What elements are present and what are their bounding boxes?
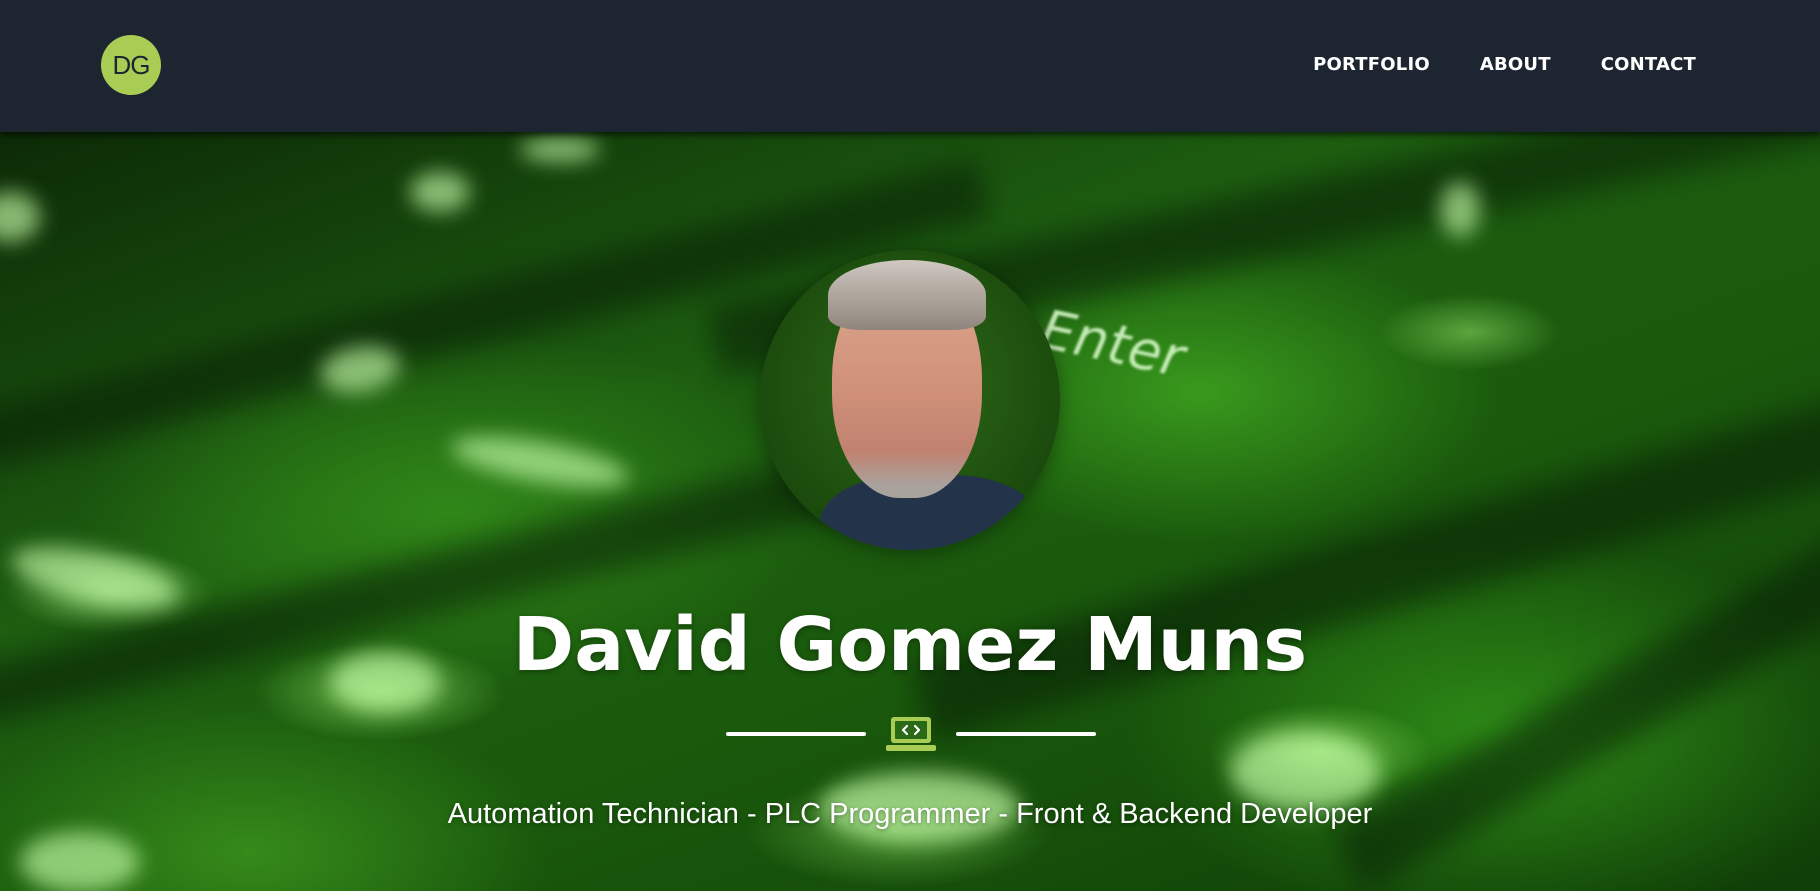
divider-line-right [956,732,1096,736]
laptop-code-icon [885,714,937,754]
key-highlight [520,137,600,162]
key-highlight [1440,182,1480,237]
key-highlight [0,192,40,242]
hero-subtitle: Automation Technician - PLC Programmer -… [447,798,1373,830]
nav-links: PORTFOLIO ABOUT CONTACT [1313,50,1696,80]
key-highlight [20,832,140,891]
hero-section: Enter David Gomez Muns Automation Techni… [0,132,1820,891]
logo-badge[interactable]: DG [101,35,161,95]
avatar-hair [828,260,986,330]
divider-line-left [726,732,866,736]
nav-link-about[interactable]: ABOUT [1480,50,1551,80]
nav-link-portfolio[interactable]: PORTFOLIO [1313,50,1430,80]
star-divider [726,714,1096,754]
key-highlight [410,172,470,212]
enter-key-label: Enter [1035,297,1190,390]
navbar: DG PORTFOLIO ABOUT CONTACT [0,0,1820,132]
key-highlight [447,426,633,498]
hero-name: David Gomez Muns [512,602,1308,688]
profile-avatar [760,250,1060,550]
nav-link-contact[interactable]: CONTACT [1601,50,1696,80]
logo-text: DG [112,49,151,80]
